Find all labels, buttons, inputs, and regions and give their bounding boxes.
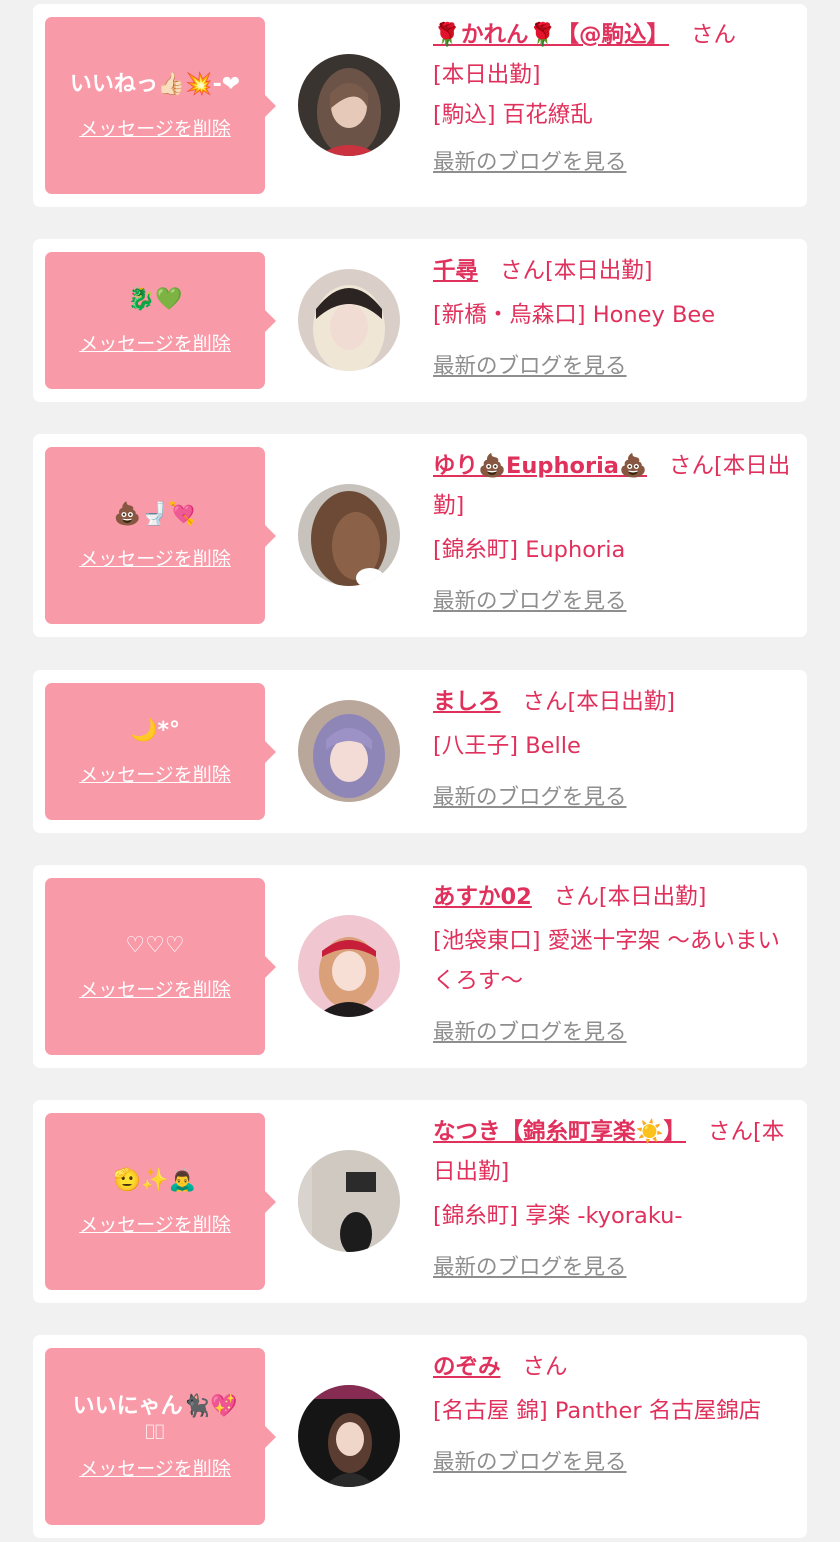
message-bubble: いいにゃん🐈‍⬛💖 􀀀􀀀 メッセージを削除 — [45, 1348, 276, 1525]
entry-info: のぞみ さん [名古屋 錦] Panther 名古屋錦店 最新のブログを見る — [433, 1347, 793, 1483]
message-text: いいにゃん🐈‍⬛💖 — [72, 1394, 238, 1419]
avatar[interactable] — [298, 484, 400, 586]
message-bubble: 🫡✨🙇‍♂️ メッセージを削除 — [45, 1113, 276, 1290]
cast-name-link[interactable]: なつき【錦糸町享楽☀️】 — [433, 1119, 686, 1145]
message-text: ♡♡♡ — [125, 933, 185, 958]
cast-name-link[interactable]: ゆり💩Euphoria💩 — [433, 453, 647, 479]
message-text: 💩🚽💘 — [113, 502, 197, 527]
delete-message-link[interactable]: メッセージを削除 — [79, 975, 231, 1002]
delete-message-link[interactable]: メッセージを削除 — [79, 1210, 231, 1237]
avatar[interactable] — [298, 269, 400, 371]
message-text: 🌙*° — [130, 718, 180, 743]
cast-name-link[interactable]: あすか02 — [433, 884, 532, 910]
shop-text: [八王子] Belle — [433, 733, 581, 759]
latest-blog-link[interactable]: 最新のブログを見る — [433, 582, 627, 622]
latest-blog-link[interactable]: 最新のブログを見る — [433, 1248, 627, 1288]
cast-name-link[interactable]: のぞみ — [433, 1354, 501, 1380]
delete-message-link[interactable]: メッセージを削除 — [79, 114, 231, 141]
shop-text: [駒込] 百花繚乱 — [433, 102, 593, 128]
message-card: 💩🚽💘 メッセージを削除 ゆり💩Euphoria💩 さん[本日出勤] [錦糸町] … — [33, 434, 807, 637]
latest-blog-link[interactable]: 最新のブログを見る — [433, 778, 627, 818]
latest-blog-link[interactable]: 最新のブログを見る — [433, 1013, 627, 1053]
name-suffix: さん — [522, 1354, 568, 1380]
status-text: [本日出勤] — [433, 62, 541, 88]
name-suffix: さん — [691, 22, 737, 48]
name-line: なつき【錦糸町享楽☀️】 さん[本日出勤] — [433, 1112, 793, 1192]
cast-name-link[interactable]: 🌹かれん🌹【@駒込】 — [433, 22, 669, 48]
entry-info: あすか02 さん[本日出勤] [池袋東口] 愛迷十字架 〜あいまいくろす〜 最新の… — [433, 877, 793, 1053]
avatar[interactable] — [298, 915, 400, 1017]
name-suffix: さん[本日出勤] — [522, 689, 676, 715]
message-bubble: 💩🚽💘 メッセージを削除 — [45, 447, 276, 624]
name-line: ゆり💩Euphoria💩 さん[本日出勤] — [433, 446, 793, 526]
shop-text: [新橋・烏森口] Honey Bee — [433, 302, 716, 328]
message-bubble: 🌙*° メッセージを削除 — [45, 683, 276, 820]
message-card: 🫡✨🙇‍♂️ メッセージを削除 なつき【錦糸町享楽☀️】 さん[本日出勤] [錦糸… — [33, 1100, 807, 1303]
avatar[interactable] — [298, 54, 400, 156]
name-suffix: さん[本日出勤] — [500, 258, 653, 284]
message-card: ♡♡♡ メッセージを削除 あすか02 さん[本日出勤] [池袋東口] 愛迷十字架 … — [33, 865, 807, 1068]
latest-blog-link[interactable]: 最新のブログを見る — [433, 347, 627, 387]
entry-info: なつき【錦糸町享楽☀️】 さん[本日出勤] [錦糸町] 享楽 -kyoraku- … — [433, 1112, 793, 1288]
message-text-line2: 􀀀􀀀 — [145, 1422, 165, 1440]
entry-info: ましろ さん[本日出勤] [八王子] Belle 最新のブログを見る — [433, 682, 793, 818]
name-line: ましろ さん[本日出勤] — [433, 682, 793, 722]
message-text: 🫡✨🙇‍♂️ — [113, 1168, 197, 1193]
message-bubble: いいねっ👍🏻💥-❤ メッセージを削除 — [45, 17, 276, 194]
name-line: 千尋 さん[本日出勤] — [433, 251, 793, 291]
latest-blog-link[interactable]: 最新のブログを見る — [433, 1443, 627, 1483]
message-card: いいにゃん🐈‍⬛💖 􀀀􀀀 メッセージを削除 のぞみ さん [名古屋 錦] Pant… — [33, 1335, 807, 1538]
message-card: 🌙*° メッセージを削除 ましろ さん[本日出勤] [八王子] Belle 最新の… — [33, 670, 807, 833]
message-text: いいねっ👍🏻💥-❤ — [69, 72, 241, 97]
latest-blog-link[interactable]: 最新のブログを見る — [433, 143, 627, 183]
delete-message-link[interactable]: メッセージを削除 — [79, 760, 231, 787]
shop-text: [錦糸町] 享楽 -kyoraku- — [433, 1203, 683, 1229]
delete-message-link[interactable]: メッセージを削除 — [79, 329, 231, 356]
avatar[interactable] — [298, 1150, 400, 1252]
entry-info: ゆり💩Euphoria💩 さん[本日出勤] [錦糸町] Euphoria 最新のブ… — [433, 446, 793, 622]
entry-info: 🌹かれん🌹【@駒込】 さん [本日出勤] [駒込] 百花繚乱 最新のブログを見る — [433, 15, 793, 183]
name-line: あすか02 さん[本日出勤] — [433, 877, 793, 917]
name-suffix: さん[本日出勤] — [553, 884, 707, 910]
delete-message-link[interactable]: メッセージを削除 — [79, 1454, 231, 1481]
avatar[interactable] — [298, 1385, 400, 1487]
name-line: のぞみ さん — [433, 1347, 793, 1387]
message-bubble: ♡♡♡ メッセージを削除 — [45, 878, 276, 1055]
shop-text: [名古屋 錦] Panther 名古屋錦店 — [433, 1398, 762, 1424]
message-text: 🐉💚 — [127, 287, 183, 312]
message-card: いいねっ👍🏻💥-❤ メッセージを削除 🌹かれん🌹【@駒込】 さん [本日出勤] [… — [33, 4, 807, 207]
avatar[interactable] — [298, 700, 400, 802]
cast-name-link[interactable]: 千尋 — [433, 258, 478, 284]
name-line: 🌹かれん🌹【@駒込】 さん — [433, 15, 793, 55]
delete-message-link[interactable]: メッセージを削除 — [79, 544, 231, 571]
entry-info: 千尋 さん[本日出勤] [新橋・烏森口] Honey Bee 最新のブログを見る — [433, 251, 793, 387]
cast-name-link[interactable]: ましろ — [433, 689, 501, 715]
message-card: 🐉💚 メッセージを削除 千尋 さん[本日出勤] [新橋・烏森口] Honey Be… — [33, 239, 807, 402]
shop-text: [池袋東口] 愛迷十字架 〜あいまいくろす〜 — [433, 928, 780, 994]
shop-text: [錦糸町] Euphoria — [433, 537, 626, 563]
message-bubble: 🐉💚 メッセージを削除 — [45, 252, 276, 389]
